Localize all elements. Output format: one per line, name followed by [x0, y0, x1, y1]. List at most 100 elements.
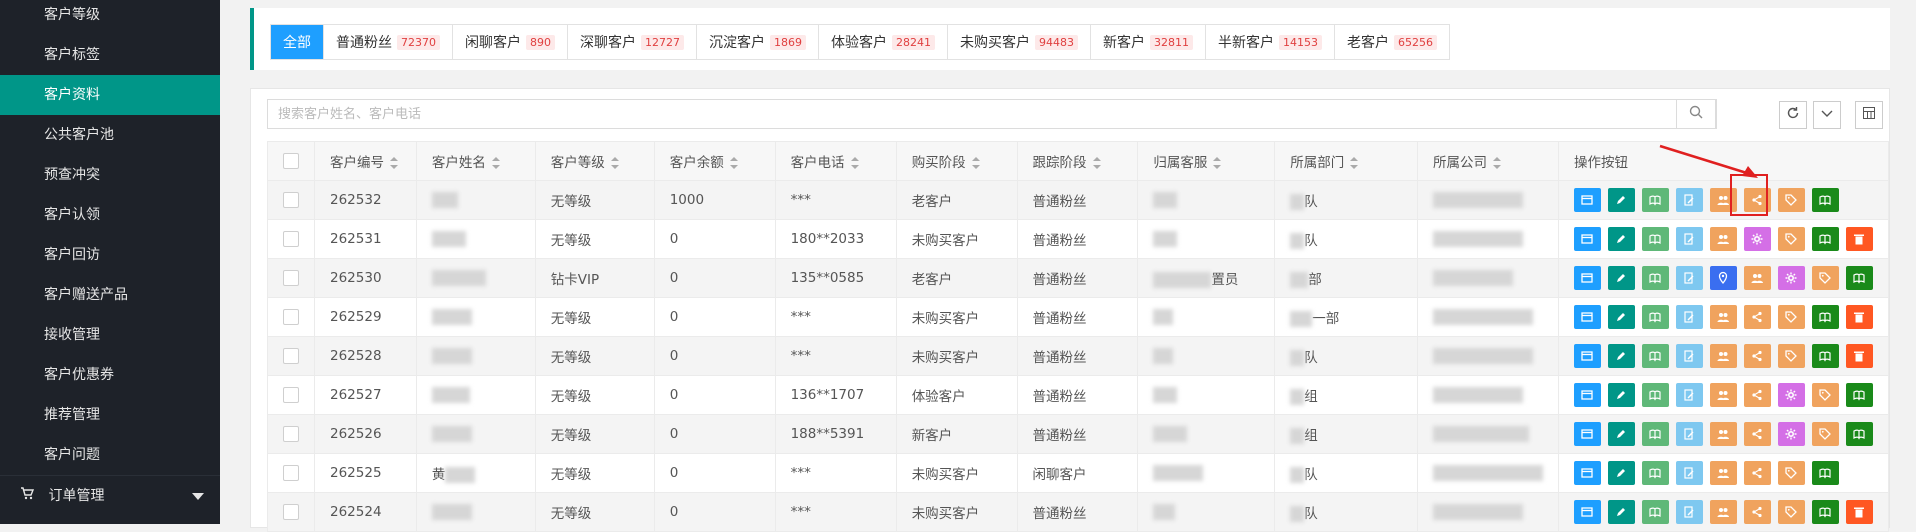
book-dark-button[interactable]	[1811, 500, 1839, 524]
note-button[interactable]	[1675, 461, 1703, 485]
table-row[interactable]: 262529 无等级 0 *** 未购买客户 普通粉丝 一部	[267, 297, 1890, 337]
sidebar-item-order-management[interactable]: 订单管理	[0, 475, 220, 515]
table-row[interactable]: 262524 无等级 0 *** 未购买客户 普通粉丝 队	[267, 492, 1890, 532]
share-button[interactable]	[1743, 188, 1771, 212]
note-button[interactable]	[1675, 227, 1703, 251]
users-button[interactable]	[1709, 500, 1737, 524]
sidebar-item[interactable]: 接收管理	[0, 315, 220, 355]
filter-tab[interactable]: 新客户 32811	[1091, 25, 1206, 59]
trash-button[interactable]	[1845, 344, 1873, 368]
gear-button[interactable]	[1777, 266, 1805, 290]
note-button[interactable]	[1675, 383, 1703, 407]
share-button[interactable]	[1743, 500, 1771, 524]
tag-button[interactable]	[1777, 188, 1805, 212]
book-button[interactable]	[1641, 344, 1669, 368]
edit-button[interactable]	[1607, 500, 1635, 524]
window-button[interactable]	[1573, 461, 1601, 485]
column-header[interactable]: 客户等级	[534, 141, 655, 181]
users-button[interactable]	[1709, 383, 1737, 407]
book-dark-button[interactable]	[1811, 344, 1839, 368]
column-header[interactable]: 跟踪阶段	[1016, 141, 1139, 181]
window-button[interactable]	[1573, 227, 1601, 251]
row-checkbox[interactable]	[283, 348, 299, 364]
sort-icon[interactable]	[1092, 157, 1101, 169]
sidebar-item[interactable]: 推荐管理	[0, 395, 220, 435]
note-button[interactable]	[1675, 344, 1703, 368]
edit-button[interactable]	[1607, 383, 1635, 407]
users-button[interactable]	[1709, 305, 1737, 329]
row-checkbox[interactable]	[283, 387, 299, 403]
note-button[interactable]	[1675, 188, 1703, 212]
sort-icon[interactable]	[390, 157, 398, 169]
share-button[interactable]	[1743, 383, 1771, 407]
column-header[interactable]: 客户姓名	[415, 141, 536, 181]
users-button[interactable]	[1709, 188, 1737, 212]
window-button[interactable]	[1573, 305, 1601, 329]
filter-tab[interactable]: 全部	[271, 25, 324, 59]
sort-icon[interactable]	[729, 157, 738, 169]
window-button[interactable]	[1573, 266, 1601, 290]
table-row[interactable]: 262526 无等级 0 188**5391 新客户 普通粉丝 组	[267, 414, 1890, 454]
gear-button[interactable]	[1743, 227, 1771, 251]
row-checkbox[interactable]	[283, 192, 299, 208]
book-dark-button[interactable]	[1845, 266, 1873, 290]
filter-tab[interactable]: 未购买客户 94483	[948, 25, 1091, 59]
book-button[interactable]	[1641, 266, 1669, 290]
filter-tab[interactable]: 沉淀客户 1869	[697, 25, 819, 59]
edit-button[interactable]	[1607, 461, 1635, 485]
export-dropdown-button[interactable]	[1813, 101, 1841, 129]
book-dark-button[interactable]	[1811, 227, 1839, 251]
book-dark-button[interactable]	[1845, 383, 1873, 407]
sidebar-item[interactable]: 客户优惠券	[0, 355, 220, 395]
column-header[interactable]: 所属部门	[1274, 141, 1418, 181]
tag-button[interactable]	[1777, 500, 1805, 524]
row-checkbox[interactable]	[283, 465, 299, 481]
trash-button[interactable]	[1845, 500, 1873, 524]
book-button[interactable]	[1641, 500, 1669, 524]
column-header[interactable]: 购买阶段	[895, 141, 1018, 181]
book-button[interactable]	[1641, 461, 1669, 485]
window-button[interactable]	[1573, 344, 1601, 368]
row-checkbox[interactable]	[283, 231, 299, 247]
select-all-checkbox[interactable]	[283, 153, 299, 169]
table-row[interactable]: 262530 钻卡VIP 0 135**0585 老客户 普通粉丝 置员 部	[267, 258, 1890, 298]
table-row[interactable]: 262531 无等级 0 180**2033 未购买客户 普通粉丝 队	[267, 219, 1890, 259]
tag-button[interactable]	[1811, 422, 1839, 446]
sidebar-item[interactable]: 客户问题	[0, 435, 220, 475]
book-dark-button[interactable]	[1811, 188, 1839, 212]
window-button[interactable]	[1573, 422, 1601, 446]
sidebar-item[interactable]: 公共客户池	[0, 115, 220, 155]
users-button[interactable]	[1709, 461, 1737, 485]
sidebar-item[interactable]: 客户回访	[0, 235, 220, 275]
search-input[interactable]	[268, 100, 1668, 128]
column-header[interactable]: 客户编号	[314, 141, 417, 181]
column-header[interactable]: 归属客服	[1137, 141, 1276, 181]
note-button[interactable]	[1675, 266, 1703, 290]
filter-tab[interactable]: 闲聊客户 890	[453, 25, 568, 59]
share-button[interactable]	[1743, 344, 1771, 368]
book-dark-button[interactable]	[1811, 461, 1839, 485]
share-button[interactable]	[1743, 305, 1771, 329]
book-button[interactable]	[1641, 188, 1669, 212]
sidebar-item[interactable]: 客户标签	[0, 35, 220, 75]
filter-tab[interactable]: 半新客户 14153	[1206, 25, 1335, 59]
sort-icon[interactable]	[971, 157, 980, 169]
note-button[interactable]	[1675, 500, 1703, 524]
book-button[interactable]	[1641, 422, 1669, 446]
users-button[interactable]	[1709, 344, 1737, 368]
tag-button[interactable]	[1777, 344, 1805, 368]
edit-button[interactable]	[1607, 344, 1635, 368]
edit-button[interactable]	[1607, 305, 1635, 329]
search-button[interactable]	[1676, 99, 1716, 129]
table-row[interactable]: 262527 无等级 0 136**1707 体验客户 普通粉丝 组	[267, 375, 1890, 415]
edit-button[interactable]	[1607, 227, 1635, 251]
row-checkbox[interactable]	[283, 270, 299, 286]
book-dark-button[interactable]	[1845, 422, 1873, 446]
tag-button[interactable]	[1811, 383, 1839, 407]
book-button[interactable]	[1641, 305, 1669, 329]
row-checkbox[interactable]	[283, 504, 299, 520]
filter-tab[interactable]: 深聊客户 12727	[568, 25, 697, 59]
sidebar-item[interactable]: 客户资料	[0, 75, 220, 115]
book-button[interactable]	[1641, 383, 1669, 407]
edit-button[interactable]	[1607, 422, 1635, 446]
